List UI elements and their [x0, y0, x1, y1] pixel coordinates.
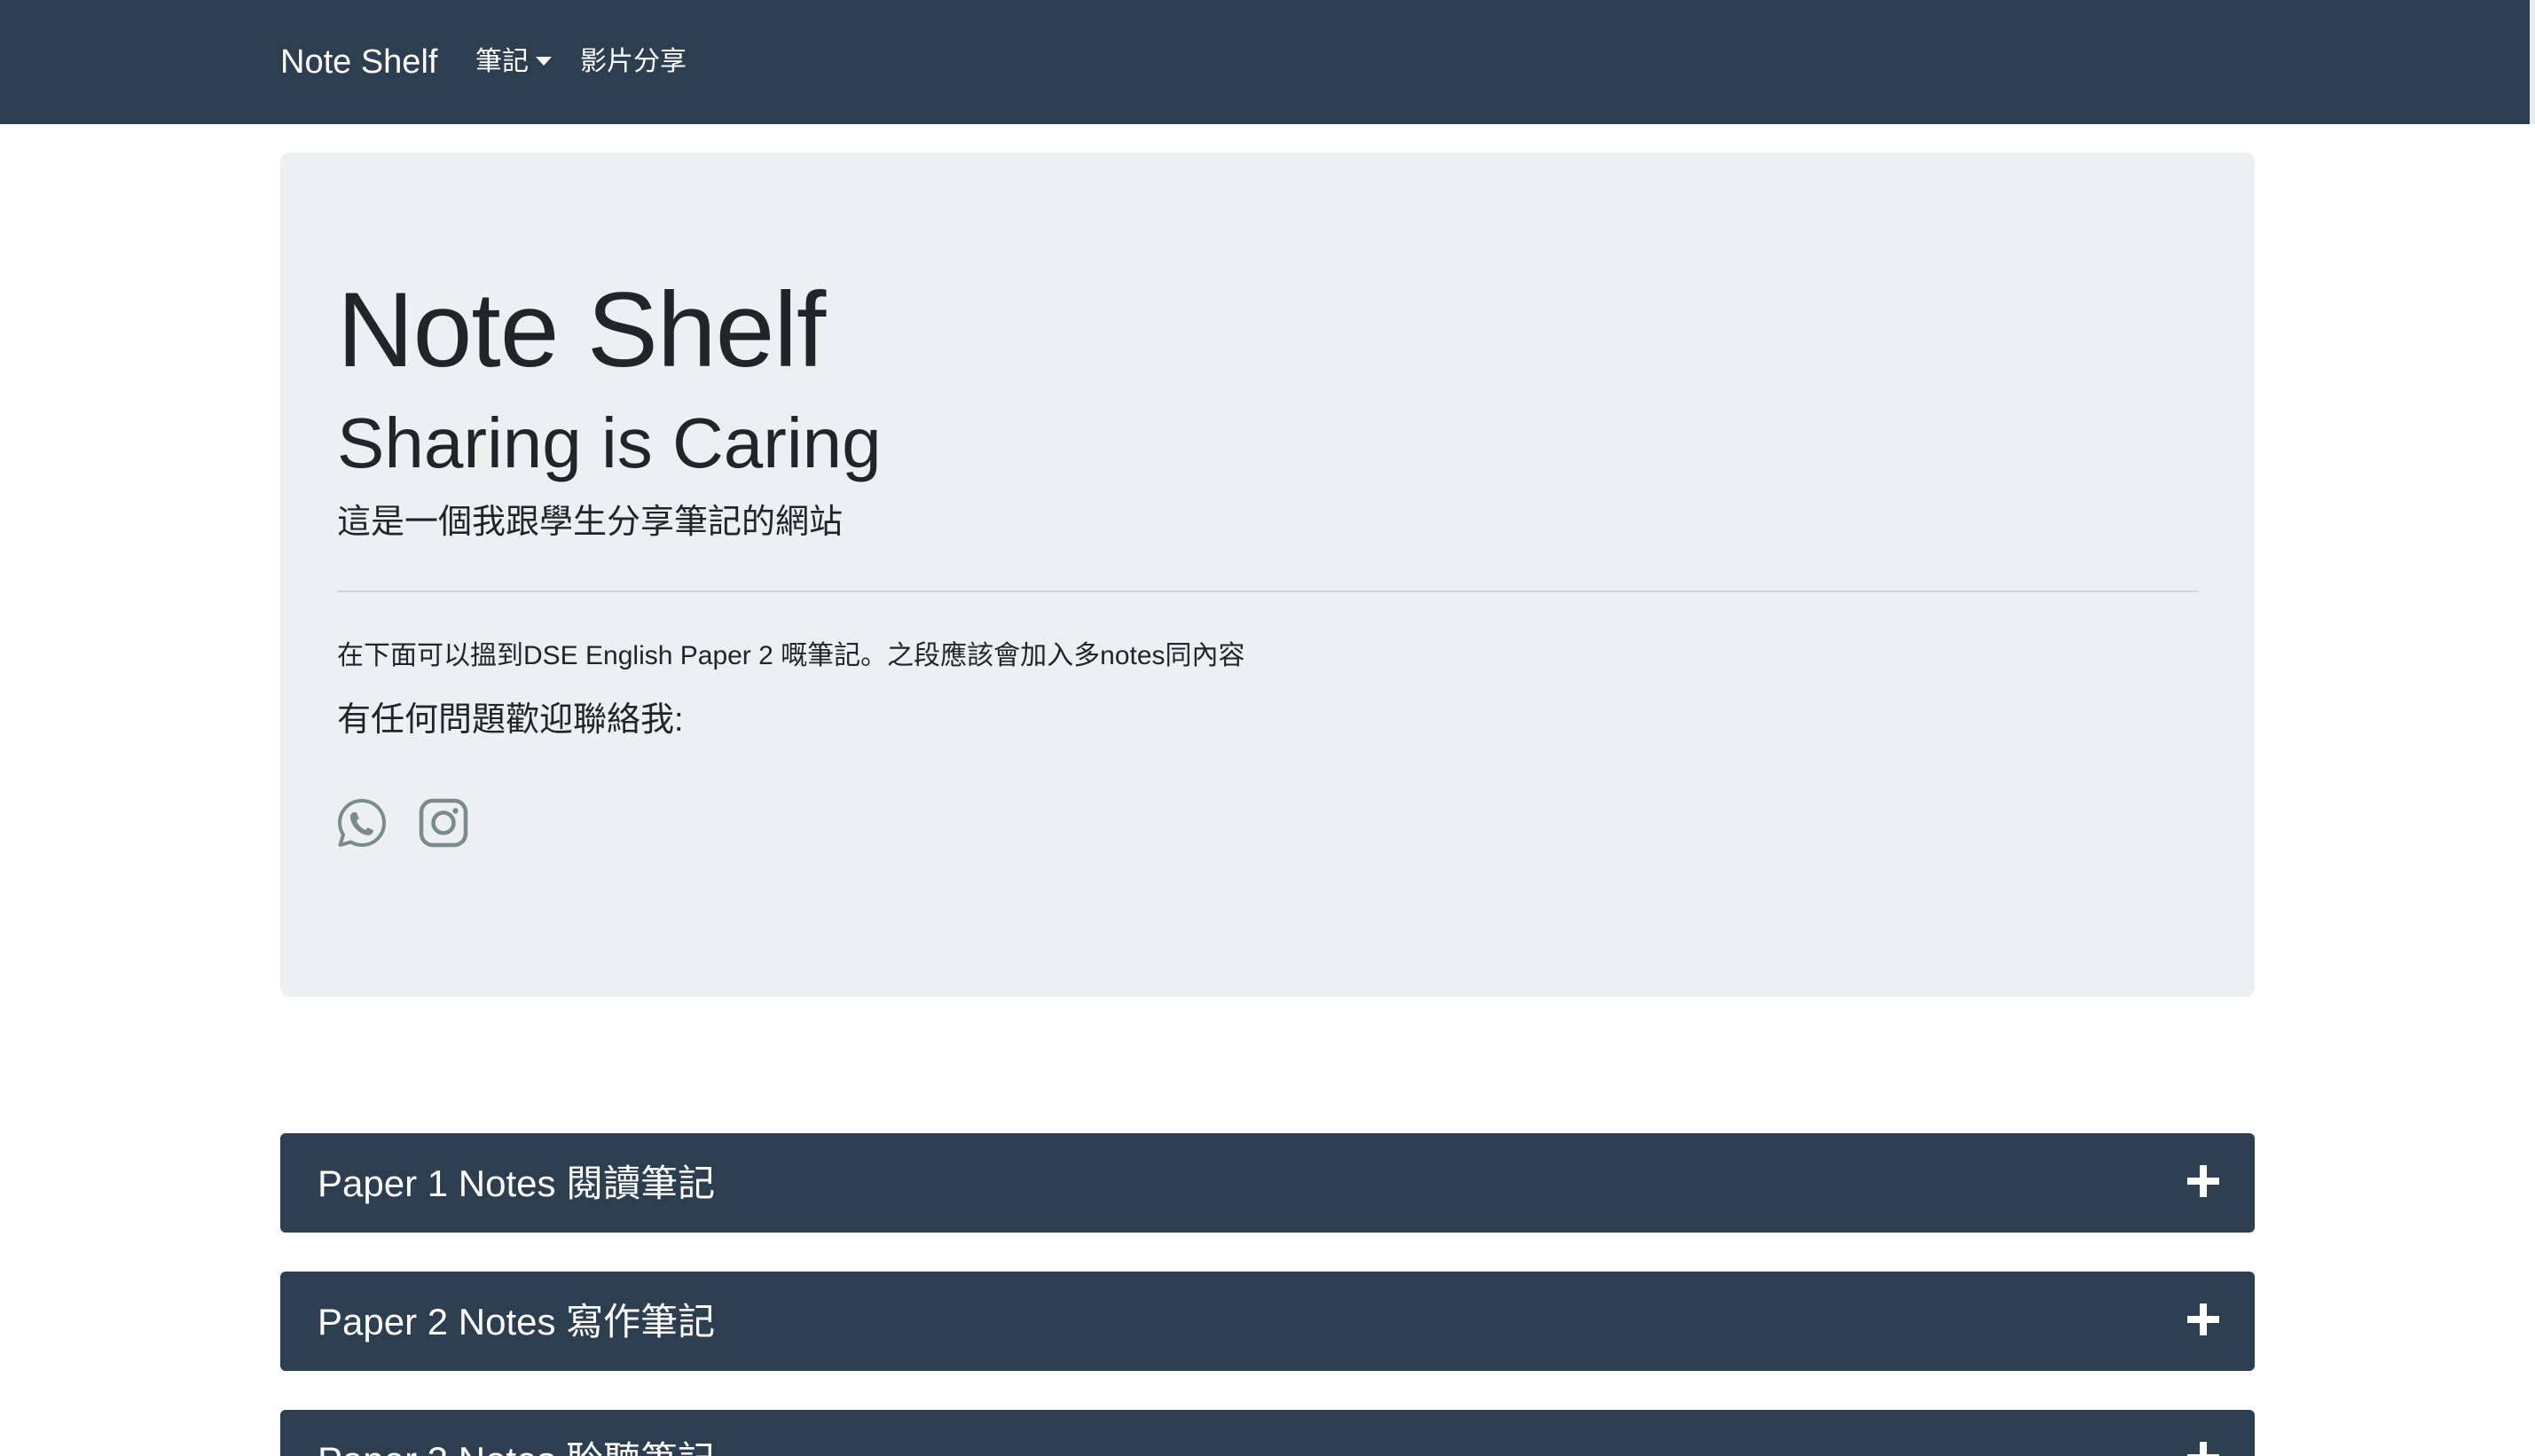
plus-icon	[2187, 1165, 2219, 1197]
jumbotron: Note Shelf Sharing is Caring 這是一個我跟學生分享筆…	[280, 153, 2255, 997]
nav-video-share[interactable]: 影片分享	[580, 41, 687, 83]
navbar: Note Shelf 筆記 影片分享	[0, 0, 2535, 124]
brand-link[interactable]: Note Shelf	[280, 39, 437, 85]
page: Note Shelf 筆記 影片分享 Note Shelf Sharing is…	[0, 0, 2535, 1456]
caret-down-icon	[536, 57, 552, 67]
accordion-paper1-label: Paper 1 Notes 閱讀筆記	[318, 1162, 716, 1204]
accordion-paper3[interactable]: Paper 3 Notes 聆聽筆記	[280, 1410, 2255, 1456]
nav-notes-dropdown[interactable]: 筆記	[475, 41, 552, 83]
plus-icon	[2187, 1442, 2219, 1456]
nav-video-label: 影片分享	[580, 47, 687, 76]
accordion-paper2-label: Paper 2 Notes 寫作筆記	[318, 1301, 716, 1342]
notes-info: 在下面可以搵到DSE English Paper 2 嘅筆記。之段應該會加入多n…	[337, 641, 1245, 670]
nav-notes-label: 筆記	[475, 47, 529, 76]
whatsapp-icon[interactable]	[335, 796, 388, 849]
divider	[337, 591, 2198, 592]
instagram-icon[interactable]	[417, 796, 470, 849]
site-description: 這是一個我跟學生分享筆記的網站	[337, 504, 844, 541]
page-title: Note Shelf	[337, 270, 826, 389]
page-subtitle: Sharing is Caring	[337, 403, 882, 482]
accordion-paper2[interactable]: Paper 2 Notes 寫作筆記	[280, 1272, 2255, 1371]
accordion-paper3-label: Paper 3 Notes 聆聽筆記	[318, 1436, 715, 1456]
plus-icon	[2187, 1303, 2219, 1335]
contact-prompt: 有任何問題歡迎聯絡我:	[337, 701, 684, 739]
accordion-paper1[interactable]: Paper 1 Notes 閱讀筆記	[280, 1133, 2255, 1233]
